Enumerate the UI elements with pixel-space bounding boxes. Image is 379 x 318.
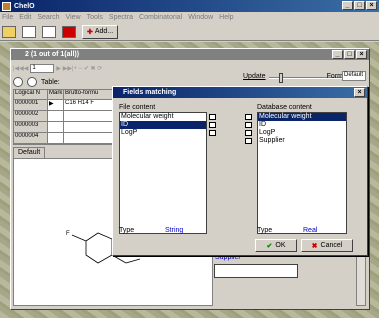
record-number-field[interactable]: 1 [30, 63, 55, 73]
connector-box[interactable] [209, 130, 216, 136]
connector-box[interactable] [245, 130, 252, 136]
table-selector-row: Table: [13, 76, 60, 88]
plus-icon: ✚ [87, 28, 93, 36]
cancel-button-label: Cancel [320, 242, 343, 249]
menu-window[interactable]: Window [188, 14, 213, 21]
file-type-value: String [165, 227, 184, 234]
file-type-label: Type [119, 227, 135, 234]
child-minimize-button[interactable]: _ [332, 50, 343, 59]
cell-logical-n: 0000004 [14, 133, 48, 144]
next-record-icon[interactable]: ▶ ▶▶| [56, 65, 73, 72]
header-logical-n[interactable]: Logical N [14, 90, 48, 100]
view-tabs: Default [13, 147, 73, 158]
minimize-button[interactable]: _ [342, 1, 353, 10]
molecule-icon[interactable] [13, 77, 23, 87]
split-view-icon[interactable] [42, 25, 56, 38]
menu-combinatorial[interactable]: Combinatorial [139, 14, 182, 21]
main-toolbar: ✚ Add... [0, 23, 379, 41]
dialog-title: Fields matching [123, 89, 177, 96]
header-mark[interactable]: Mark [48, 90, 64, 100]
menu-tools[interactable]: Tools [87, 14, 103, 21]
child-window-controls: _ □ × [332, 50, 367, 59]
app-titlebar: ChelO _ □ × [0, 0, 379, 12]
form-label: Form [326, 73, 343, 80]
connector-box[interactable] [209, 114, 216, 120]
database-content-list[interactable]: Molecular weight ID LogP Supplier [257, 112, 347, 234]
cell-logical-n: 0000002 [14, 111, 48, 122]
form-select[interactable]: Default [342, 71, 366, 81]
menu-file[interactable]: File [2, 14, 13, 21]
database-content-label: Database content [257, 104, 312, 111]
fluorine-atom-label: F [66, 231, 70, 237]
file-content-label: File content [119, 104, 156, 111]
tab-default[interactable]: Default [13, 147, 46, 158]
window-controls: _ □ × [342, 1, 377, 10]
menu-bar: File Edit Search View Tools Spectra Comb… [0, 12, 379, 23]
update-button[interactable]: Update [243, 73, 266, 80]
fields-matching-dialog: Fields matching × File content Database … [112, 86, 368, 256]
add-button[interactable]: ✚ Add... [82, 24, 119, 39]
menu-view[interactable]: View [66, 14, 81, 21]
library-icon[interactable] [62, 25, 76, 38]
menu-edit[interactable]: Edit [19, 14, 31, 21]
list-item[interactable]: Molecular weight [258, 113, 346, 121]
connector-box[interactable] [245, 114, 252, 120]
open-folder-icon[interactable] [2, 25, 16, 38]
table-label: Table: [41, 78, 60, 86]
connector-box[interactable] [245, 122, 252, 128]
list-item[interactable]: ID [120, 121, 206, 129]
edit-tools-icon[interactable]: + − ✔ ✖ ⟳ [74, 65, 103, 72]
dialog-close-button[interactable]: × [354, 88, 365, 97]
table-row[interactable]: 0000001 ▶ C16 H14 F [14, 100, 127, 111]
db-type-label: Type [257, 227, 273, 234]
cell-mark [48, 133, 64, 144]
grid-header: Logical N Mark Brutto-formu [14, 90, 127, 100]
chelo-app-icon [2, 1, 11, 11]
cell-logical-n: 0000001 [14, 100, 48, 111]
child-close-button[interactable]: × [356, 50, 367, 59]
x-icon: ✖ [311, 242, 318, 250]
cell-logical-n: 0000003 [14, 122, 48, 133]
list-item[interactable]: Supplier [258, 137, 346, 145]
table-row[interactable]: 0000002 [14, 111, 127, 122]
dialog-titlebar: Fields matching × [113, 87, 367, 98]
first-record-icon[interactable]: |◀◀ [13, 65, 24, 72]
add-button-label: Add... [94, 28, 114, 35]
close-button[interactable]: × [366, 1, 377, 10]
maximize-button[interactable]: □ [354, 1, 365, 10]
menu-help[interactable]: Help [219, 14, 233, 21]
cancel-button[interactable]: ✖ Cancel [301, 239, 353, 252]
table-row[interactable]: 0000004 [14, 133, 127, 144]
list-item[interactable]: LogP [258, 129, 346, 137]
list-item[interactable]: Molecular weight [120, 113, 206, 121]
record-navigator: |◀◀ ◀ 1 ▶ ▶▶| + − ✔ ✖ ⟳ [13, 62, 368, 74]
database-window-title: 2 (1 out of 1(all)) [25, 51, 80, 58]
prev-record-icon[interactable]: ◀ [24, 65, 29, 72]
supplier-field[interactable] [214, 264, 298, 278]
ok-button[interactable]: ✔ OK [255, 239, 297, 252]
child-maximize-button[interactable]: □ [344, 50, 355, 59]
connector-box[interactable] [245, 138, 252, 144]
cell-mark: ▶ [48, 100, 64, 111]
database-window-titlebar: 2 (1 out of 1(all)) _ □ × [11, 49, 369, 60]
db-type-value: Real [303, 227, 318, 234]
zoom-slider-thumb[interactable] [279, 73, 283, 83]
menu-search[interactable]: Search [37, 14, 59, 21]
file-content-list[interactable]: Molecular weight ID LogP [119, 112, 207, 234]
menu-spectra[interactable]: Spectra [109, 14, 133, 21]
cell-mark [48, 111, 64, 122]
ok-button-label: OK [275, 242, 286, 249]
checkmark-icon: ✔ [266, 242, 273, 250]
table-view-icon[interactable] [22, 25, 36, 38]
list-item[interactable]: ID [258, 121, 346, 129]
app-title: ChelO [14, 2, 35, 10]
cell-mark [48, 122, 64, 133]
connector-box[interactable] [209, 122, 216, 128]
table-row[interactable]: 0000003 [14, 122, 127, 133]
search-icon[interactable] [27, 77, 37, 87]
records-grid: Logical N Mark Brutto-formu 0000001 ▶ C1… [13, 89, 128, 145]
list-item[interactable]: LogP [120, 129, 206, 137]
